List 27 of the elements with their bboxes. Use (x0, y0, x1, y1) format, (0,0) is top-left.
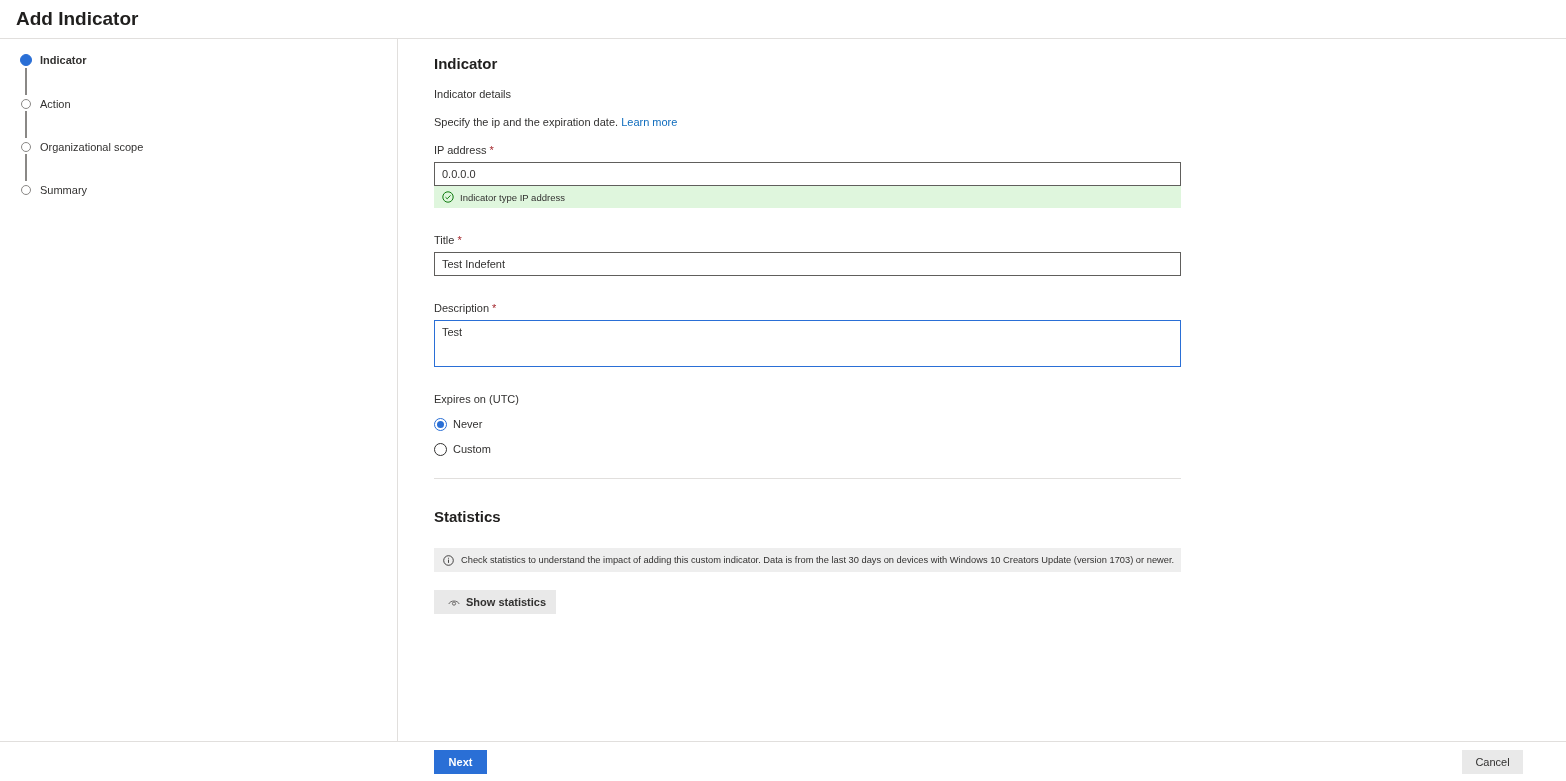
section-description: Specify the ip and the expiration date. Learn more (434, 115, 679, 130)
input-field[interactable]: 0.0.0.0 (434, 162, 1181, 186)
show-statistics-button[interactable]: Show statistics (434, 590, 557, 614)
field-label: Expires on (UTC) (434, 392, 520, 407)
field-label: IP address * (434, 143, 495, 158)
text-area[interactable]: Test (434, 320, 1181, 367)
section-heading: Indicator (434, 54, 499, 74)
input-field[interactable]: Test Indefent (434, 252, 1181, 276)
step-label[interactable]: Organizational scope (40, 138, 144, 156)
check-circle-icon (442, 191, 454, 203)
radio-option[interactable]: Never (434, 417, 1181, 432)
radio-option[interactable]: Custom (434, 442, 1181, 457)
learn-more-link[interactable]: Learn more (621, 116, 678, 128)
section-subtitle: Indicator details (434, 87, 513, 102)
info-banner: Check statistics to understand the impact of adding this custom indicator. Data is from the last 30 days on devices with Windows 10 Creators Update (version 1703) or newer. (434, 548, 1181, 572)
next-button[interactable]: Next (434, 749, 487, 774)
section-heading: Statistics (434, 507, 502, 527)
page-title: Add Indicator (16, 8, 139, 30)
field-label: Title * (434, 233, 463, 248)
eye-icon (448, 598, 460, 606)
cancel-button[interactable]: Cancel (1462, 749, 1523, 774)
info-icon (443, 554, 454, 566)
step-label[interactable]: Action (40, 95, 71, 113)
field-label: Description * (434, 301, 498, 316)
step-label[interactable]: Indicator (40, 51, 87, 69)
validation-message: Indicator type IP address (434, 186, 1181, 208)
step-label[interactable]: Summary (40, 181, 88, 199)
